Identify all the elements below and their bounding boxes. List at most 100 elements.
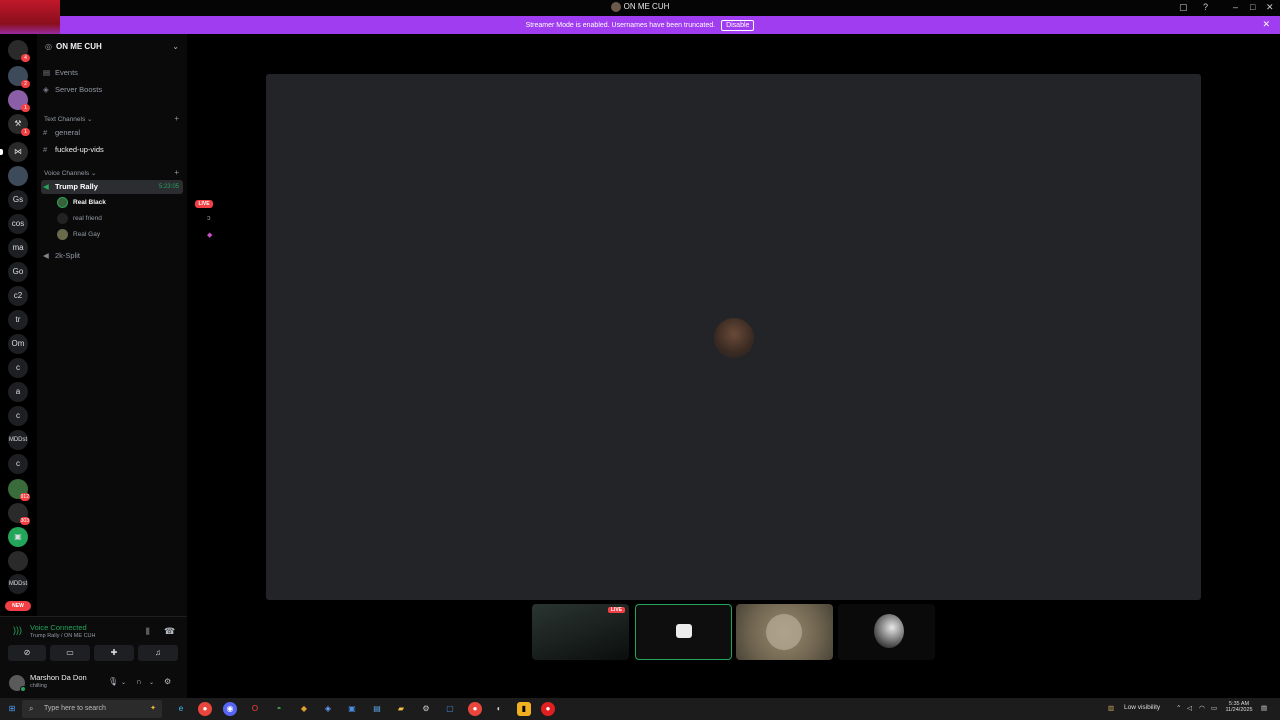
server-icon[interactable]: ma — [8, 238, 28, 258]
start-button[interactable]: ⊞ — [5, 702, 19, 716]
voice-connected-label[interactable]: Voice Connected — [30, 623, 87, 632]
server-icon[interactable]: Om — [8, 334, 28, 354]
battery-icon[interactable]: ▭ — [1211, 704, 1217, 712]
server-icon[interactable]: a — [8, 382, 28, 402]
server-icon[interactable]: MDDst — [8, 574, 28, 594]
settings-gear-icon[interactable]: ⚙ — [164, 677, 171, 686]
file-explorer-icon[interactable]: ▰ — [394, 702, 408, 716]
new-unreads-pill[interactable]: NEW — [5, 601, 31, 611]
server-icon-active[interactable] — [8, 166, 28, 186]
soundboard-button[interactable]: ♫ — [138, 645, 178, 661]
screen-share-button[interactable]: ▭ — [50, 645, 90, 661]
create-channel-icon[interactable]: + — [174, 114, 179, 123]
chevron-down-icon[interactable]: ⌄ — [121, 679, 126, 686]
voice-user[interactable]: Real Gay — [57, 228, 100, 242]
help-icon[interactable]: ? — [1203, 2, 1208, 12]
server-icon[interactable]: ⋈ — [8, 142, 28, 162]
server-icon[interactable]: tr — [8, 310, 28, 330]
weather-icon[interactable]: ▥ — [1108, 704, 1114, 712]
server-boosts-link[interactable]: ◈ Server Boosts — [43, 83, 183, 97]
app-icon[interactable]: ▣ — [345, 702, 359, 716]
voice-user[interactable]: real friend — [57, 212, 102, 226]
server-icon[interactable]: c — [8, 454, 28, 474]
username[interactable]: Marshon Da Don — [30, 673, 87, 682]
edge-icon[interactable]: e — [174, 702, 188, 716]
app-icon[interactable]: ▤ — [370, 702, 384, 716]
server-icon[interactable]: 4 — [8, 40, 30, 62]
events-link[interactable]: ▤ Events — [43, 66, 183, 80]
channel-label: general — [55, 128, 81, 137]
speaker-icon: ◀ — [43, 251, 49, 260]
channel-general[interactable]: # general — [43, 126, 183, 140]
channel-fucked-up-vids[interactable]: # fucked-up-vids — [43, 143, 183, 157]
voice-channels-category[interactable]: Voice Channels ⌄ — [44, 169, 96, 177]
app-icon[interactable]: ● — [468, 702, 482, 716]
server-icon[interactable]: Go — [8, 262, 28, 282]
server-icon[interactable]: c — [8, 406, 28, 426]
app-icon[interactable]: ◈ — [321, 702, 335, 716]
window-title: ON ME CUH — [0, 2, 1280, 12]
opera-icon[interactable]: O — [248, 702, 262, 716]
disable-streamer-mode-button[interactable]: Disable — [721, 20, 755, 31]
avatar — [766, 614, 802, 650]
server-icon[interactable]: MDDst — [8, 430, 28, 450]
close-window-button[interactable]: ✕ — [1266, 2, 1274, 13]
server-header[interactable]: ◎ ON ME CUH — [45, 42, 102, 51]
app-icon[interactable]: ▢ — [443, 702, 457, 716]
settings-gear-icon[interactable]: ⚙ — [419, 702, 433, 716]
server-icon[interactable] — [8, 551, 28, 571]
speaker-volume-icon[interactable]: ◁ — [1187, 704, 1192, 712]
wifi-icon[interactable]: ◠ — [1199, 704, 1205, 712]
app-icon[interactable]: ● — [541, 702, 555, 716]
server-icon[interactable]: c2 — [8, 286, 28, 306]
custom-status: chilling — [30, 683, 47, 689]
participant-tile[interactable] — [838, 604, 935, 660]
voice-channel-2k-split[interactable]: ◀ 2k-Split — [43, 249, 183, 263]
steam-icon[interactable]: ◐ — [492, 702, 506, 716]
clock[interactable]: 5:35 AM 11/24/2025 — [1224, 701, 1254, 713]
discord-icon[interactable]: ◉ — [223, 702, 237, 716]
chevron-down-icon[interactable]: ⌄ — [149, 679, 154, 686]
activities-button[interactable]: ✚ — [94, 645, 134, 661]
minimize-button[interactable]: – — [1233, 2, 1238, 12]
stream-tile[interactable]: LIVE — [532, 604, 629, 660]
text-channels-category[interactable]: Text Channels ⌄ — [44, 115, 92, 123]
app-icon[interactable]: ◆ — [297, 702, 311, 716]
voice-user[interactable]: Real Black — [57, 196, 106, 210]
app-icon[interactable]: ◓ — [272, 702, 286, 716]
taskbar-search[interactable]: ⌕ Type here to search ✦ — [22, 700, 162, 718]
noise-suppression-icon[interactable]: ⫼ — [146, 627, 150, 637]
server-icon[interactable]: 912 — [8, 479, 30, 501]
chevron-down-icon[interactable]: ⌄ — [172, 42, 179, 51]
server-icon[interactable]: ⚒ 1 — [8, 114, 30, 136]
camera-off-button[interactable]: ⊘ — [8, 645, 46, 661]
server-icon[interactable]: 2 — [8, 66, 30, 88]
speaker-avatar[interactable] — [714, 318, 754, 358]
app-icon[interactable]: ▮ — [517, 702, 531, 716]
create-channel-icon[interactable]: + — [174, 168, 179, 177]
participant-tile[interactable] — [736, 604, 833, 660]
headphones-icon[interactable]: ∩ — [136, 677, 142, 686]
clock-date: 11/24/2025 — [1225, 707, 1253, 713]
server-icon[interactable]: 303 — [8, 503, 30, 525]
server-icon[interactable]: Gs — [8, 190, 28, 210]
server-icon[interactable]: cos — [8, 214, 28, 234]
unread-pill — [0, 149, 3, 155]
maximize-button[interactable]: □ — [1250, 2, 1255, 12]
voice-channel-label: Trump Rally — [55, 182, 98, 191]
server-icon[interactable]: c — [8, 358, 28, 378]
voice-channel-trump-rally[interactable]: ◀ Trump Rally 5:23:05 — [41, 180, 183, 194]
chrome-icon[interactable]: ● — [198, 702, 212, 716]
weather-label[interactable]: Low visibility — [1124, 704, 1160, 711]
inbox-icon[interactable]: ▢ — [1179, 2, 1188, 13]
disconnect-icon[interactable]: ☎ — [164, 626, 175, 637]
voice-user-name: Real Gay — [73, 231, 101, 238]
close-banner-icon[interactable]: ✕ — [1262, 19, 1270, 30]
microphone-icon[interactable]: 🎙 — [108, 677, 118, 686]
notifications-icon[interactable]: ▤ — [1261, 704, 1267, 712]
server-icon[interactable]: ▣ — [8, 527, 28, 547]
voice-location[interactable]: Trump Rally / ON ME CUH — [30, 633, 96, 639]
camera-tile[interactable] — [635, 604, 732, 660]
server-icon[interactable]: 1 — [8, 90, 30, 112]
tray-chevron-icon[interactable]: ⌃ — [1176, 704, 1181, 712]
